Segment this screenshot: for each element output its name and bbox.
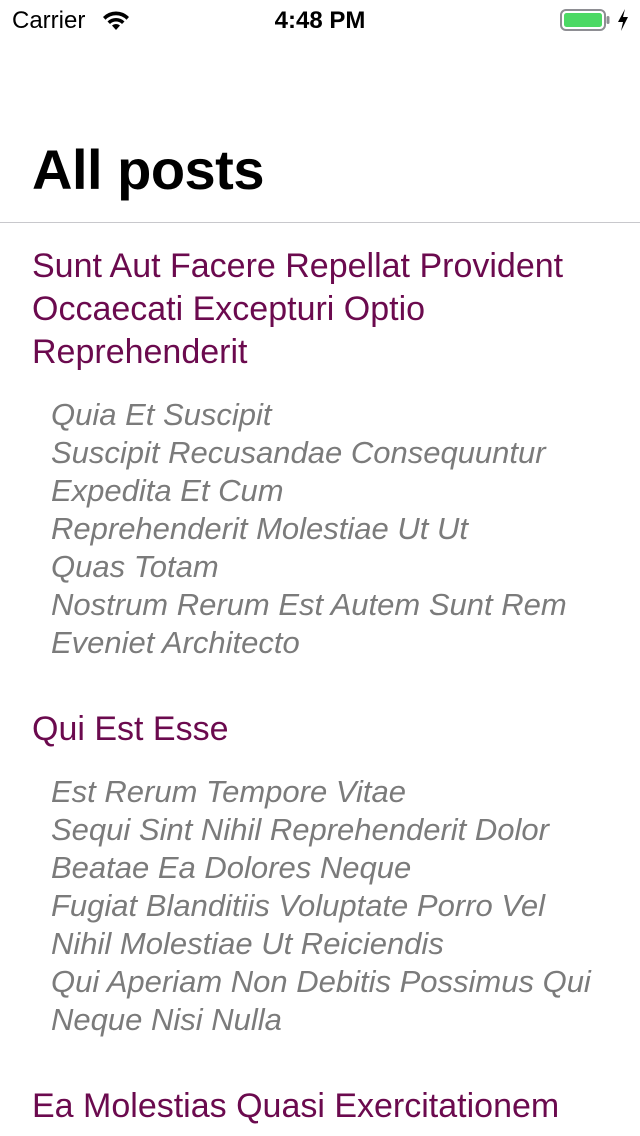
charging-bolt-icon (618, 9, 628, 31)
post-item[interactable]: Sunt Aut Facere Repellat Provident Occae… (0, 223, 640, 686)
post-list[interactable]: Sunt Aut Facere Repellat Provident Occae… (0, 223, 640, 1136)
post-title: Sunt Aut Facere Repellat Provident Occae… (32, 247, 564, 371)
battery-icon (560, 9, 610, 31)
post-body: Quia Et Suscipit Suscipit Recusandae Con… (51, 397, 567, 660)
post-title: Ea Molestias Quasi Exercitationem (32, 1087, 560, 1125)
app-screen: Carrier 4:48 PM All posts Sunt Aut Facer… (0, 0, 640, 1136)
post-item[interactable]: Qui Est Esse Est Rerum Tempore Vitae Seq… (0, 686, 640, 1063)
navigation-header: All posts (0, 40, 640, 223)
status-bar: Carrier 4:48 PM (0, 0, 640, 40)
post-item[interactable]: Ea Molestias Quasi Exercitationem (0, 1063, 640, 1136)
post-title: Qui Est Esse (32, 710, 229, 748)
clock: 4:48 PM (274, 7, 366, 34)
page-title: All posts (32, 138, 264, 201)
post-body: Est Rerum Tempore Vitae Sequi Sint Nihil… (51, 774, 591, 1037)
